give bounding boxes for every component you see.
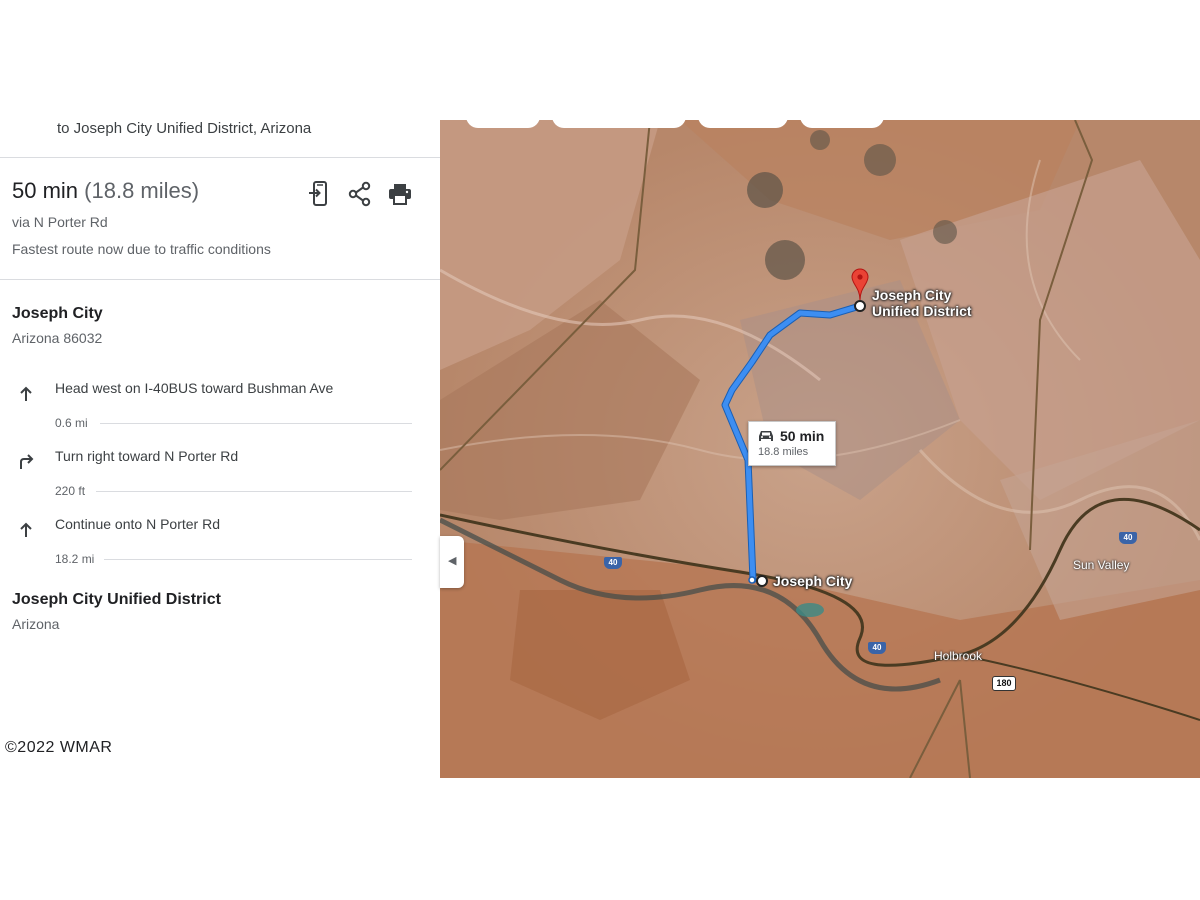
interstate-shield-icon: 40 [1119, 532, 1137, 544]
send-to-phone-icon [309, 181, 327, 206]
route-card-distance: 18.8 miles [758, 446, 809, 458]
share-icon [348, 181, 371, 207]
divider [0, 279, 440, 280]
divider [100, 423, 412, 424]
step-instruction: Head west on I-40BUS toward Bushman Ave [55, 380, 334, 396]
route-distance: (18.8 miles) [84, 178, 200, 203]
arrow-up-icon [20, 386, 32, 401]
directions-panel [0, 108, 440, 778]
step-instruction: Turn right toward N Porter Rd [55, 448, 239, 464]
route-summary: 50 min (18.8 miles) [12, 178, 199, 204]
route-note: Fastest route now due to traffic conditi… [12, 241, 271, 257]
step-instruction: Continue onto N Porter Rd [55, 516, 220, 532]
origin-name: Joseph City [12, 305, 103, 322]
route-via: via N Porter Rd [12, 214, 108, 230]
divider [0, 157, 440, 158]
step-distance: 220 ft [55, 484, 86, 498]
destination-heading: to Joseph City Unified District, Arizona [57, 120, 312, 137]
map-tab[interactable] [466, 108, 540, 128]
interstate-shield-icon: 40 [868, 642, 886, 654]
turn-right-icon [20, 454, 34, 469]
car-icon [759, 431, 773, 441]
divider [104, 559, 412, 560]
collapse-panel-button[interactable]: ◀ [440, 536, 464, 588]
step-distance: 0.6 mi [55, 416, 88, 430]
print-icon [389, 184, 411, 205]
send-to-phone-button[interactable] [308, 181, 330, 212]
route-info-card[interactable]: 50 min 18.8 miles [748, 421, 836, 466]
destination-address: Arizona [12, 616, 60, 632]
print-button[interactable] [388, 181, 412, 212]
origin-map-label[interactable]: Joseph City [773, 573, 852, 589]
arrow-up-icon [20, 522, 32, 537]
origin-marker-icon [756, 575, 768, 587]
watermark: ©2022 WMAR [5, 739, 113, 756]
chevron-left-icon: ◀ [448, 555, 457, 567]
map-tab[interactable] [552, 108, 686, 128]
share-button[interactable] [348, 181, 372, 212]
us-highway-shield-icon: 180 [992, 676, 1016, 691]
map-tab[interactable] [698, 108, 788, 128]
step-distance: 18.2 mi [55, 552, 95, 566]
route-duration: 50 min [12, 178, 79, 203]
destination-name: Joseph City Unified District [12, 591, 221, 608]
sun-valley-label[interactable]: Sun Valley [1073, 558, 1129, 572]
destination-map-label[interactable]: Joseph City Unified District [872, 287, 982, 319]
route-card-duration: 50 min [780, 428, 825, 444]
map-tab[interactable] [800, 108, 884, 128]
divider [96, 491, 412, 492]
origin-address: Arizona 86032 [12, 330, 103, 346]
interstate-shield-icon: 40 [604, 557, 622, 569]
holbrook-label[interactable]: Holbrook [934, 649, 982, 663]
